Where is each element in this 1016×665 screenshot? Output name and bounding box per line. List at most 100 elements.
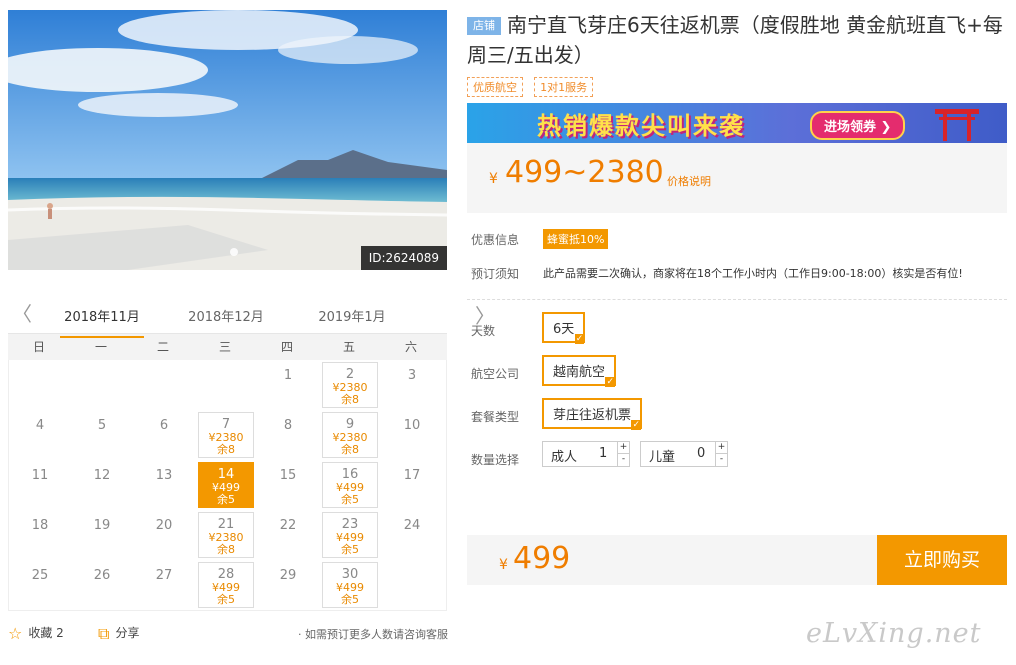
star-icon: ☆ — [8, 624, 23, 643]
day-number: 12 — [93, 468, 111, 483]
airline-option: 航空公司 越南航空 — [467, 353, 1007, 396]
calendar-day-available[interactable]: 9 ¥2380 余8 — [322, 412, 378, 458]
day-number: 11 — [31, 468, 49, 483]
image-id-badge: ID:2624089 — [360, 246, 447, 270]
airline-chip[interactable]: 越南航空 — [542, 355, 617, 387]
adult-plus-button[interactable]: + — [618, 442, 629, 454]
adult-quantity[interactable]: 1 — [599, 446, 607, 461]
days-label: 天数 — [471, 324, 496, 338]
package-label: 套餐类型 — [471, 410, 520, 424]
share-button[interactable]: ⧉ 分享 — [98, 624, 139, 644]
tag-item: 优质航空 — [467, 77, 523, 97]
child-quantity-stepper[interactable]: 儿童 0 + - — [640, 441, 728, 467]
calendar-day-available[interactable]: 14 ¥499 余5 — [198, 462, 254, 508]
tab-month-1[interactable]: 2018年11月 — [52, 306, 152, 338]
child-minus-button[interactable]: - — [716, 454, 727, 466]
calendar-day-available[interactable]: 21 ¥2380 余8 — [198, 512, 254, 558]
calendar-day: 24 — [381, 510, 443, 560]
day-number: 5 — [97, 418, 107, 433]
calendar-day-available[interactable]: 23 ¥499 余5 — [322, 512, 378, 558]
calendar-day: 8 — [257, 410, 319, 460]
day-number: 27 — [155, 568, 173, 583]
buy-currency-symbol: ¥ — [499, 557, 508, 573]
promo-coupon-button[interactable]: 进场领券 ❯ — [810, 111, 906, 140]
buy-price: 499 — [513, 541, 571, 576]
calendar-day: 26 — [71, 560, 133, 610]
notice-row: 预订须知 此产品需要二次确认，商家将在18个工作小时内（工作日9:00-18:0… — [467, 259, 1007, 287]
calendar-day: 11 — [9, 460, 71, 510]
weekday-label: 三 — [218, 340, 231, 354]
calendar-day: 20 — [133, 510, 195, 560]
weekday-label: 五 — [342, 340, 355, 354]
favorite-button[interactable]: ☆ 收藏 2 — [8, 624, 64, 643]
calendar-day-available[interactable]: 30 ¥499 余5 — [322, 562, 378, 608]
buy-now-button[interactable]: 立即购买 — [877, 535, 1007, 585]
adult-minus-button[interactable]: - — [618, 454, 629, 466]
day-number: 18 — [31, 518, 49, 533]
product-title: 南宁直飞芽庄6天往返机票（度假胜地 黄金航班直飞+每周三/五出发） — [467, 13, 1003, 67]
discount-badge: 蜂蜜抵10% — [543, 229, 609, 249]
calendar-day: 1 — [257, 360, 319, 410]
day-number: 28 — [217, 567, 235, 582]
divider — [467, 299, 1007, 300]
calendar-day-available[interactable]: 16 ¥499 余5 — [322, 462, 378, 508]
price-explain-link[interactable]: 价格说明 — [667, 173, 711, 189]
day-number: 9 — [345, 417, 355, 432]
day-number: 3 — [407, 368, 417, 383]
share-label: 分享 — [115, 626, 140, 640]
promo-banner[interactable]: 热销爆款尖叫来袭 进场领券 ❯ — [467, 103, 1007, 143]
calendar-day — [195, 360, 257, 410]
product-tags: 优质航空 1对1服务 — [467, 76, 1007, 97]
calendar-day: 25 — [9, 560, 71, 610]
adult-quantity-stepper[interactable]: 成人 1 + - — [542, 441, 630, 467]
day-stock: 余8 — [341, 443, 359, 456]
calendar-month-tabs: 〈 2018年11月 2018年12月 2019年1月 〉 — [8, 296, 495, 338]
day-number: 14 — [217, 467, 235, 482]
day-stock: 余5 — [217, 493, 235, 506]
product-hero-image[interactable]: ID:2624089 — [8, 10, 447, 270]
shop-badge[interactable]: 店铺 — [467, 17, 501, 35]
booking-note[interactable]: · 如需预订更多人数请咨询客服 — [298, 626, 448, 642]
calendar-day-available[interactable]: 7 ¥2380 余8 — [198, 412, 254, 458]
prev-month-icon[interactable]: 〈 — [12, 304, 32, 324]
day-stock: 余5 — [341, 493, 359, 506]
tag-item: 1对1服务 — [534, 77, 594, 97]
tab-month-2[interactable]: 2018年12月 — [176, 306, 276, 325]
day-number: 19 — [93, 518, 111, 533]
day-stock: 余5 — [341, 543, 359, 556]
day-stock: 余8 — [341, 393, 359, 406]
days-chip[interactable]: 6天 — [542, 312, 586, 344]
discount-label: 优惠信息 — [471, 233, 520, 247]
calendar-day-available[interactable]: 2 ¥2380 余8 — [322, 362, 378, 408]
package-chip[interactable]: 芽庄往返机票 — [542, 398, 643, 430]
day-number: 13 — [155, 468, 173, 483]
day-number: 30 — [341, 567, 359, 582]
torii-gate-icon — [935, 109, 979, 141]
calendar-day-available[interactable]: 28 ¥499 余5 — [198, 562, 254, 608]
day-number: 17 — [403, 468, 421, 483]
package-option: 套餐类型 芽庄往返机票 — [467, 396, 1007, 439]
calendar-day: 12 — [71, 460, 133, 510]
calendar-day — [9, 360, 71, 410]
favorite-label: 收藏 2 — [28, 626, 64, 640]
notice-label: 预订须知 — [471, 267, 520, 281]
day-number: 20 — [155, 518, 173, 533]
price-box: ¥ 499~2380 价格说明 — [467, 143, 1007, 213]
calendar-day: 22 — [257, 510, 319, 560]
adult-stepper-buttons: + - — [617, 442, 629, 466]
calendar-day — [71, 360, 133, 410]
calendar-day: 3 — [381, 360, 443, 410]
notice-text: 此产品需要二次确认，商家将在18个工作小时内（工作日9:00-18:00）核实是… — [543, 267, 963, 280]
product-detail-panel: 店铺 南宁直飞芽庄6天往返机票（度假胜地 黄金航班直飞+每周三/五出发） 优质航空… — [467, 10, 1007, 482]
day-number: 4 — [35, 418, 45, 433]
carousel-dot[interactable] — [230, 248, 238, 256]
discount-row: 优惠信息 蜂蜜抵10% — [467, 225, 1007, 253]
price-calendar: 〈 2018年11月 2018年12月 2019年1月 〉 日 一 二 三 四 … — [8, 296, 495, 611]
adult-label: 成人 — [551, 450, 578, 465]
calendar-day: 6 — [133, 410, 195, 460]
day-number: 8 — [283, 418, 293, 433]
tab-month-3[interactable]: 2019年1月 — [302, 306, 402, 325]
child-quantity[interactable]: 0 — [697, 446, 705, 461]
child-plus-button[interactable]: + — [716, 442, 727, 454]
child-stepper-buttons: + - — [715, 442, 727, 466]
